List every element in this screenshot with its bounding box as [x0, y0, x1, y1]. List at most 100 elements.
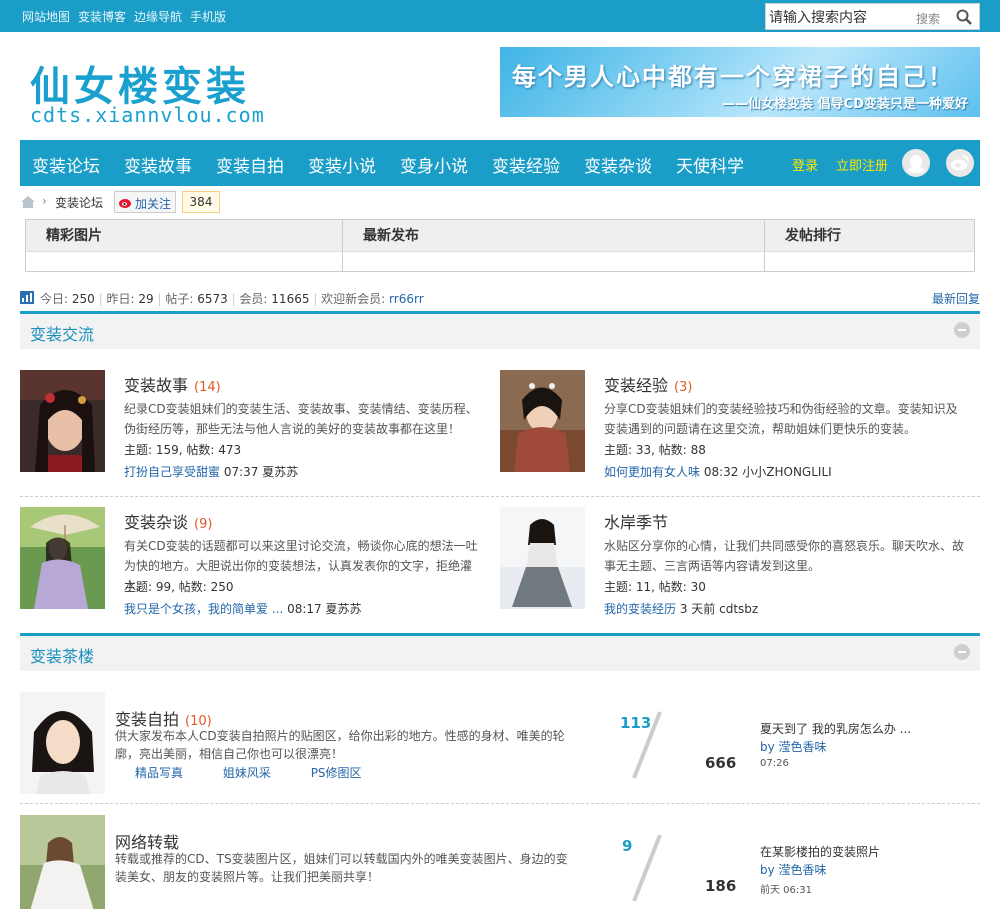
search-input[interactable] — [769, 7, 909, 27]
weibo-login-icon[interactable] — [946, 149, 974, 177]
forum-name-text[interactable]: 水岸季节 — [604, 513, 668, 532]
top-link-edge-nav[interactable]: 边缘导航 — [134, 8, 182, 25]
feature-col-ranking: 发帖排行 — [765, 220, 974, 271]
collapse-icon[interactable] — [954, 644, 970, 660]
search-button[interactable]: 搜索 — [916, 10, 940, 27]
forum-today-count: (9) — [194, 517, 213, 532]
nav-item-forum[interactable]: 变装论坛 — [32, 152, 100, 177]
register-link[interactable]: 立即注册 — [836, 155, 888, 174]
search-icon[interactable] — [956, 9, 972, 25]
forum-last-post: 打扮自己享受甜蜜 07:37 夏苏苏 — [124, 463, 298, 480]
last-post-link[interactable]: 夏天到了 我的乳房怎么办 ... — [760, 720, 911, 737]
top-link-sitemap[interactable]: 网站地图 — [22, 8, 70, 25]
forum-today-count: (3) — [674, 380, 693, 395]
banner-slogan: 每个男人心中都有一个穿裙子的自己！ — [512, 62, 954, 91]
forum-name-text[interactable]: 变装杂谈 — [124, 513, 188, 532]
main-nav: 变装论坛 变装故事 变装自拍 变装小说 变身小说 变装经验 变装杂谈 天使科学 … — [20, 140, 980, 186]
top-bar: 网站地图 变装博客 边缘导航 手机版 搜索 — [0, 0, 1000, 32]
divider-slash-icon — [632, 711, 662, 779]
nav-item-selfie[interactable]: 变装自拍 — [216, 152, 284, 177]
nav-item-novels[interactable]: 变装小说 — [308, 152, 376, 177]
last-post-user[interactable]: 小小ZHONGLILI — [742, 465, 831, 479]
nav-item-experience[interactable]: 变装经验 — [492, 152, 560, 177]
thread-count: 9 — [622, 837, 633, 855]
last-post-link[interactable]: 我的变装经历 — [604, 602, 676, 616]
stats-chart-icon — [20, 291, 34, 304]
last-post-user[interactable]: 夏苏苏 — [326, 602, 362, 616]
forum-meta: 主题: 99, 帖数: 250 — [124, 580, 234, 594]
forum-thumbnail[interactable] — [500, 507, 585, 609]
nav-item-transform-novels[interactable]: 变身小说 — [400, 152, 468, 177]
subforum-list: 精品写真 姐妹风采 PS修图区 — [135, 764, 398, 781]
forum-name[interactable]: 变装杂谈 (9) — [124, 509, 212, 533]
forum-name-text[interactable]: 变装故事 — [124, 376, 188, 395]
forum-last-post: 我的变装经历 3 天前 cdtsbz — [604, 600, 758, 617]
follow-button[interactable]: 加关注 — [114, 191, 176, 213]
stat-posts: 6573 — [197, 292, 228, 306]
feature-col-images: 精彩图片 — [26, 220, 342, 271]
feature-col-latest: 最新发布 — [343, 220, 764, 271]
stat-today: 250 — [71, 292, 95, 306]
last-post-link[interactable]: 如何更加有女人味 — [604, 465, 700, 479]
forum-meta: 主题: 11, 帖数: 30 — [604, 580, 706, 594]
tab-latest-posts[interactable]: 最新发布 — [343, 220, 764, 252]
stat-newest-label: 欢迎新会员: — [321, 292, 386, 306]
last-post-user[interactable]: cdtsbz — [719, 602, 758, 616]
header-banner[interactable]: 每个男人心中都有一个穿裙子的自己！ ——仙女楼变装 倡导CD变装只是一种爱好 — [500, 47, 980, 117]
forum-thumbnail[interactable] — [20, 692, 105, 794]
forum-thumbnail[interactable] — [500, 370, 585, 472]
banner-subtitle: ——仙女楼变装 倡导CD变装只是一种爱好 — [722, 97, 968, 112]
section-title[interactable]: 变装茶楼 — [30, 643, 94, 667]
last-post-time: 07:26 — [760, 758, 789, 769]
last-post-time: 3 天前 — [679, 602, 716, 616]
forum-description: 纪录CD变装姐妹们的变装生活、变装故事、变装情结、变装历程、伪街经历等，那些无法… — [124, 402, 478, 436]
tab-post-ranking[interactable]: 发帖排行 — [765, 220, 974, 252]
qq-login-icon[interactable] — [902, 149, 930, 177]
breadcrumb-separator-icon: › — [42, 194, 47, 208]
tab-featured-images[interactable]: 精彩图片 — [26, 220, 342, 252]
stat-posts-label: 帖子: — [165, 292, 194, 306]
last-post-user[interactable]: by 滢色香味 — [760, 738, 827, 755]
nav-item-misc[interactable]: 变装杂谈 — [584, 152, 652, 177]
last-post-link[interactable]: 我只是个女孩，我的简单爱 ... — [124, 602, 283, 616]
last-post-user[interactable]: 夏苏苏 — [262, 465, 298, 479]
top-link-blog[interactable]: 变装博客 — [78, 8, 126, 25]
forum-thumbnail[interactable] — [20, 370, 105, 472]
follow-label: 加关注 — [135, 197, 172, 211]
breadcrumb: › 变装论坛 加关注 384 — [20, 191, 420, 215]
section-title[interactable]: 变装交流 — [30, 321, 94, 345]
section-header-exchange: 变装交流 — [20, 311, 980, 349]
forum-description: 转载或推荐的CD、TS变装图片区，姐妹们可以转载国内外的唯美变装图片、身边的变装… — [115, 852, 568, 884]
forum-meta: 主题: 33, 帖数: 88 — [604, 443, 706, 457]
top-link-mobile[interactable]: 手机版 — [190, 8, 226, 25]
subforum-link[interactable]: 姐妹风采 — [223, 766, 271, 780]
last-post-link[interactable]: 打扮自己享受甜蜜 — [124, 465, 220, 479]
nav-item-angel-science[interactable]: 天使科学 — [676, 152, 744, 177]
forum-last-post: 我只是个女孩，我的简单爱 ... 08:17 夏苏苏 — [124, 600, 362, 617]
forum-name[interactable]: 变装故事 (14) — [124, 372, 221, 396]
login-link[interactable]: 登录 — [792, 155, 818, 174]
newest-member-link[interactable]: rr66rr — [389, 292, 424, 306]
forum-name-text[interactable]: 变装经验 — [604, 376, 668, 395]
forum-name[interactable]: 水岸季节 — [604, 509, 674, 533]
forum-last-post: 如何更加有女人味 08:32 小小ZHONGLILI — [604, 463, 832, 480]
breadcrumb-current[interactable]: 变装论坛 — [55, 194, 103, 211]
forum-thumbnail[interactable] — [20, 815, 105, 909]
stat-members-label: 会员: — [239, 292, 268, 306]
last-post-time: 08:32 — [703, 465, 739, 479]
home-icon[interactable] — [20, 195, 36, 209]
last-post-link[interactable]: 在某影楼拍的变装照片 — [760, 843, 880, 860]
stat-today-label: 今日: — [40, 292, 69, 306]
forum-name[interactable]: 变装经验 (3) — [604, 372, 692, 396]
search-box: 搜索 — [765, 3, 980, 30]
latest-reply-link[interactable]: 最新回复 — [932, 290, 980, 307]
post-count: 666 — [705, 754, 737, 772]
row-divider — [20, 496, 980, 497]
subforum-link[interactable]: PS修图区 — [311, 766, 362, 780]
nav-item-stories[interactable]: 变装故事 — [124, 152, 192, 177]
collapse-icon[interactable] — [954, 322, 970, 338]
site-domain: cdts.xiannvlou.com — [30, 103, 265, 127]
forum-thumbnail[interactable] — [20, 507, 105, 609]
last-post-user[interactable]: by 滢色香味 — [760, 861, 827, 878]
subforum-link[interactable]: 精品写真 — [135, 766, 183, 780]
